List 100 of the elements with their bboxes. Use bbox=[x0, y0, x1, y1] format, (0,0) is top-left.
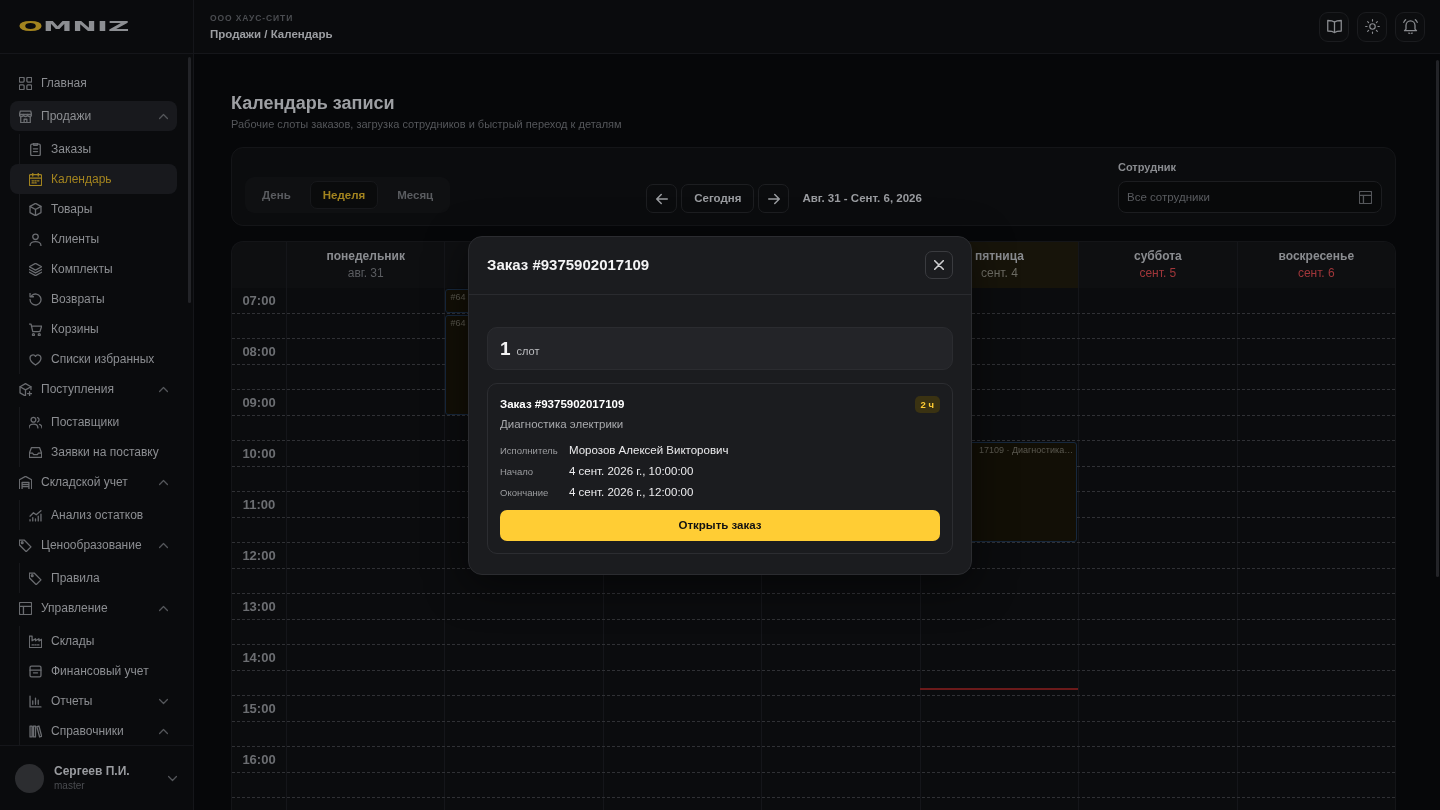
book-icon bbox=[1326, 19, 1342, 34]
archive-icon bbox=[29, 664, 42, 678]
event-label: 17109 · Диагностика… bbox=[978, 445, 1074, 456]
nav-item[interactable]: Главная bbox=[10, 68, 177, 98]
field-label: Окончание bbox=[500, 486, 550, 499]
employee-select[interactable]: Все сотрудники bbox=[1118, 181, 1382, 213]
store-icon bbox=[19, 109, 32, 123]
weekday-label: пятница bbox=[974, 249, 1024, 264]
date-label: сент. 4 bbox=[981, 266, 1018, 281]
time-label: 11:00 bbox=[242, 496, 276, 513]
nav-item[interactable]: Финансовый учет bbox=[20, 656, 177, 686]
time-label: 14:00 bbox=[242, 649, 276, 666]
nav-item[interactable]: Продажи bbox=[10, 101, 177, 131]
next-button[interactable] bbox=[758, 184, 790, 213]
rotate-arrow-icon bbox=[29, 292, 42, 306]
field-value: 4 сент. 2026 г., 12:00:00 bbox=[569, 484, 695, 499]
time-label: 09:00 bbox=[242, 394, 276, 411]
layout-icon bbox=[19, 601, 32, 615]
date-range: Авг. 31 - Сент. 6, 2026 bbox=[802, 191, 922, 206]
arrow-right-icon bbox=[767, 192, 780, 205]
layout-icon bbox=[1359, 190, 1372, 204]
nav-item[interactable]: Ценообразование bbox=[10, 530, 177, 560]
nav-item[interactable]: Склады bbox=[20, 626, 177, 656]
nav-item[interactable]: Возвраты bbox=[20, 284, 177, 314]
date-label: авг. 31 bbox=[347, 266, 384, 281]
book-button[interactable] bbox=[1319, 11, 1349, 42]
weekday-label: понедельник bbox=[326, 249, 405, 264]
nav-item[interactable]: Управление bbox=[10, 593, 177, 623]
nav-item[interactable]: Корзины bbox=[20, 314, 177, 344]
event-label: #64 bbox=[450, 292, 466, 303]
nav-item[interactable]: Правила bbox=[20, 563, 177, 593]
theme-toggle-button[interactable] bbox=[1357, 11, 1387, 42]
cart-icon bbox=[29, 322, 42, 336]
duration-badge: 2 ч bbox=[914, 395, 940, 413]
date-label: сент. 6 bbox=[1297, 266, 1335, 281]
time-label: 07:00 bbox=[242, 292, 276, 309]
nav-item[interactable]: Поставщики bbox=[20, 407, 177, 437]
time-label: 13:00 bbox=[242, 598, 276, 615]
slot-unit: слот bbox=[516, 343, 540, 358]
books-icon bbox=[29, 724, 42, 738]
cube-icon bbox=[29, 202, 42, 216]
package-plus-icon bbox=[19, 382, 32, 396]
nav-item[interactable]: Списки избранных bbox=[20, 344, 177, 374]
bell-icon bbox=[1402, 19, 1418, 34]
bar-chart-icon bbox=[29, 694, 42, 708]
slot-title: Заказ #9375902017109 bbox=[500, 397, 625, 411]
field-value: Морозов Алексей Викторович bbox=[569, 442, 730, 457]
dialog-title: Заказ #9375902017109 bbox=[487, 255, 650, 275]
service-name: Диагностика электрики bbox=[500, 416, 625, 431]
slot-count: 1 bbox=[500, 336, 511, 360]
field-value: 4 сент. 2026 г., 10:00:00 bbox=[569, 463, 695, 478]
warehouse-icon bbox=[19, 475, 32, 489]
weekday-label: воскресенье bbox=[1278, 249, 1355, 264]
user-icon bbox=[29, 232, 42, 246]
date-label: сент. 5 bbox=[1139, 266, 1177, 281]
trend-chart-icon bbox=[29, 508, 42, 522]
filter-label: Сотрудник bbox=[1118, 160, 1178, 174]
nav-item[interactable]: Отчеты bbox=[20, 686, 177, 716]
chevron-down-icon bbox=[168, 773, 177, 783]
users-icon bbox=[29, 415, 42, 429]
nav-item[interactable]: Анализ остатков bbox=[20, 500, 177, 530]
nav-item[interactable]: Товары bbox=[20, 194, 177, 224]
calendar-icon bbox=[29, 172, 42, 186]
breadcrumb: Продажи / Календарь bbox=[210, 26, 333, 41]
tray-icon bbox=[29, 445, 42, 459]
time-label: 08:00 bbox=[242, 343, 276, 360]
clipboard-icon bbox=[29, 142, 42, 156]
page-subtitle: Рабочие слоты заказов, загрузка сотрудников и быстрый переход к деталям bbox=[231, 117, 623, 131]
nav-item[interactable]: Заявки на поставку bbox=[20, 437, 177, 467]
close-icon bbox=[934, 260, 944, 270]
sun-icon bbox=[1364, 19, 1380, 34]
time-label: 15:00 bbox=[242, 700, 276, 717]
nav-item[interactable]: Складской учет bbox=[10, 467, 177, 497]
page-title: Календарь записи bbox=[231, 92, 396, 114]
view-tab[interactable]: Неделя bbox=[309, 181, 379, 209]
nav-item[interactable]: Клиенты bbox=[20, 224, 177, 254]
nav-item[interactable]: Справочники bbox=[20, 716, 177, 745]
today-button[interactable]: Сегодня bbox=[681, 184, 755, 213]
user-name: Сергеев П.И. bbox=[54, 764, 130, 779]
company-name: ООО ХАУС-СИТИ bbox=[210, 12, 295, 24]
grid-icon bbox=[19, 76, 32, 90]
nav-item[interactable]: Комплекты bbox=[20, 254, 177, 284]
nav-item[interactable]: Поступления bbox=[10, 374, 177, 404]
notifications-button[interactable] bbox=[1395, 11, 1425, 42]
close-button[interactable] bbox=[925, 251, 953, 279]
open-order-button[interactable]: Открыть заказ bbox=[500, 509, 940, 541]
nav-item[interactable]: Календарь bbox=[10, 164, 177, 194]
tag-icon bbox=[19, 538, 32, 552]
logo: OMNIZ bbox=[18, 19, 130, 34]
user-role: master bbox=[54, 779, 86, 792]
time-label: 16:00 bbox=[242, 751, 276, 768]
avatar bbox=[15, 763, 44, 793]
tag-icon bbox=[29, 571, 42, 585]
event-label: #64 bbox=[450, 317, 466, 329]
arrow-left-icon bbox=[655, 192, 668, 205]
previous-button[interactable] bbox=[646, 184, 678, 213]
heart-icon bbox=[29, 352, 42, 366]
layers-icon bbox=[29, 262, 42, 276]
nav-item[interactable]: Заказы bbox=[20, 134, 177, 164]
time-label: 12:00 bbox=[242, 547, 276, 564]
